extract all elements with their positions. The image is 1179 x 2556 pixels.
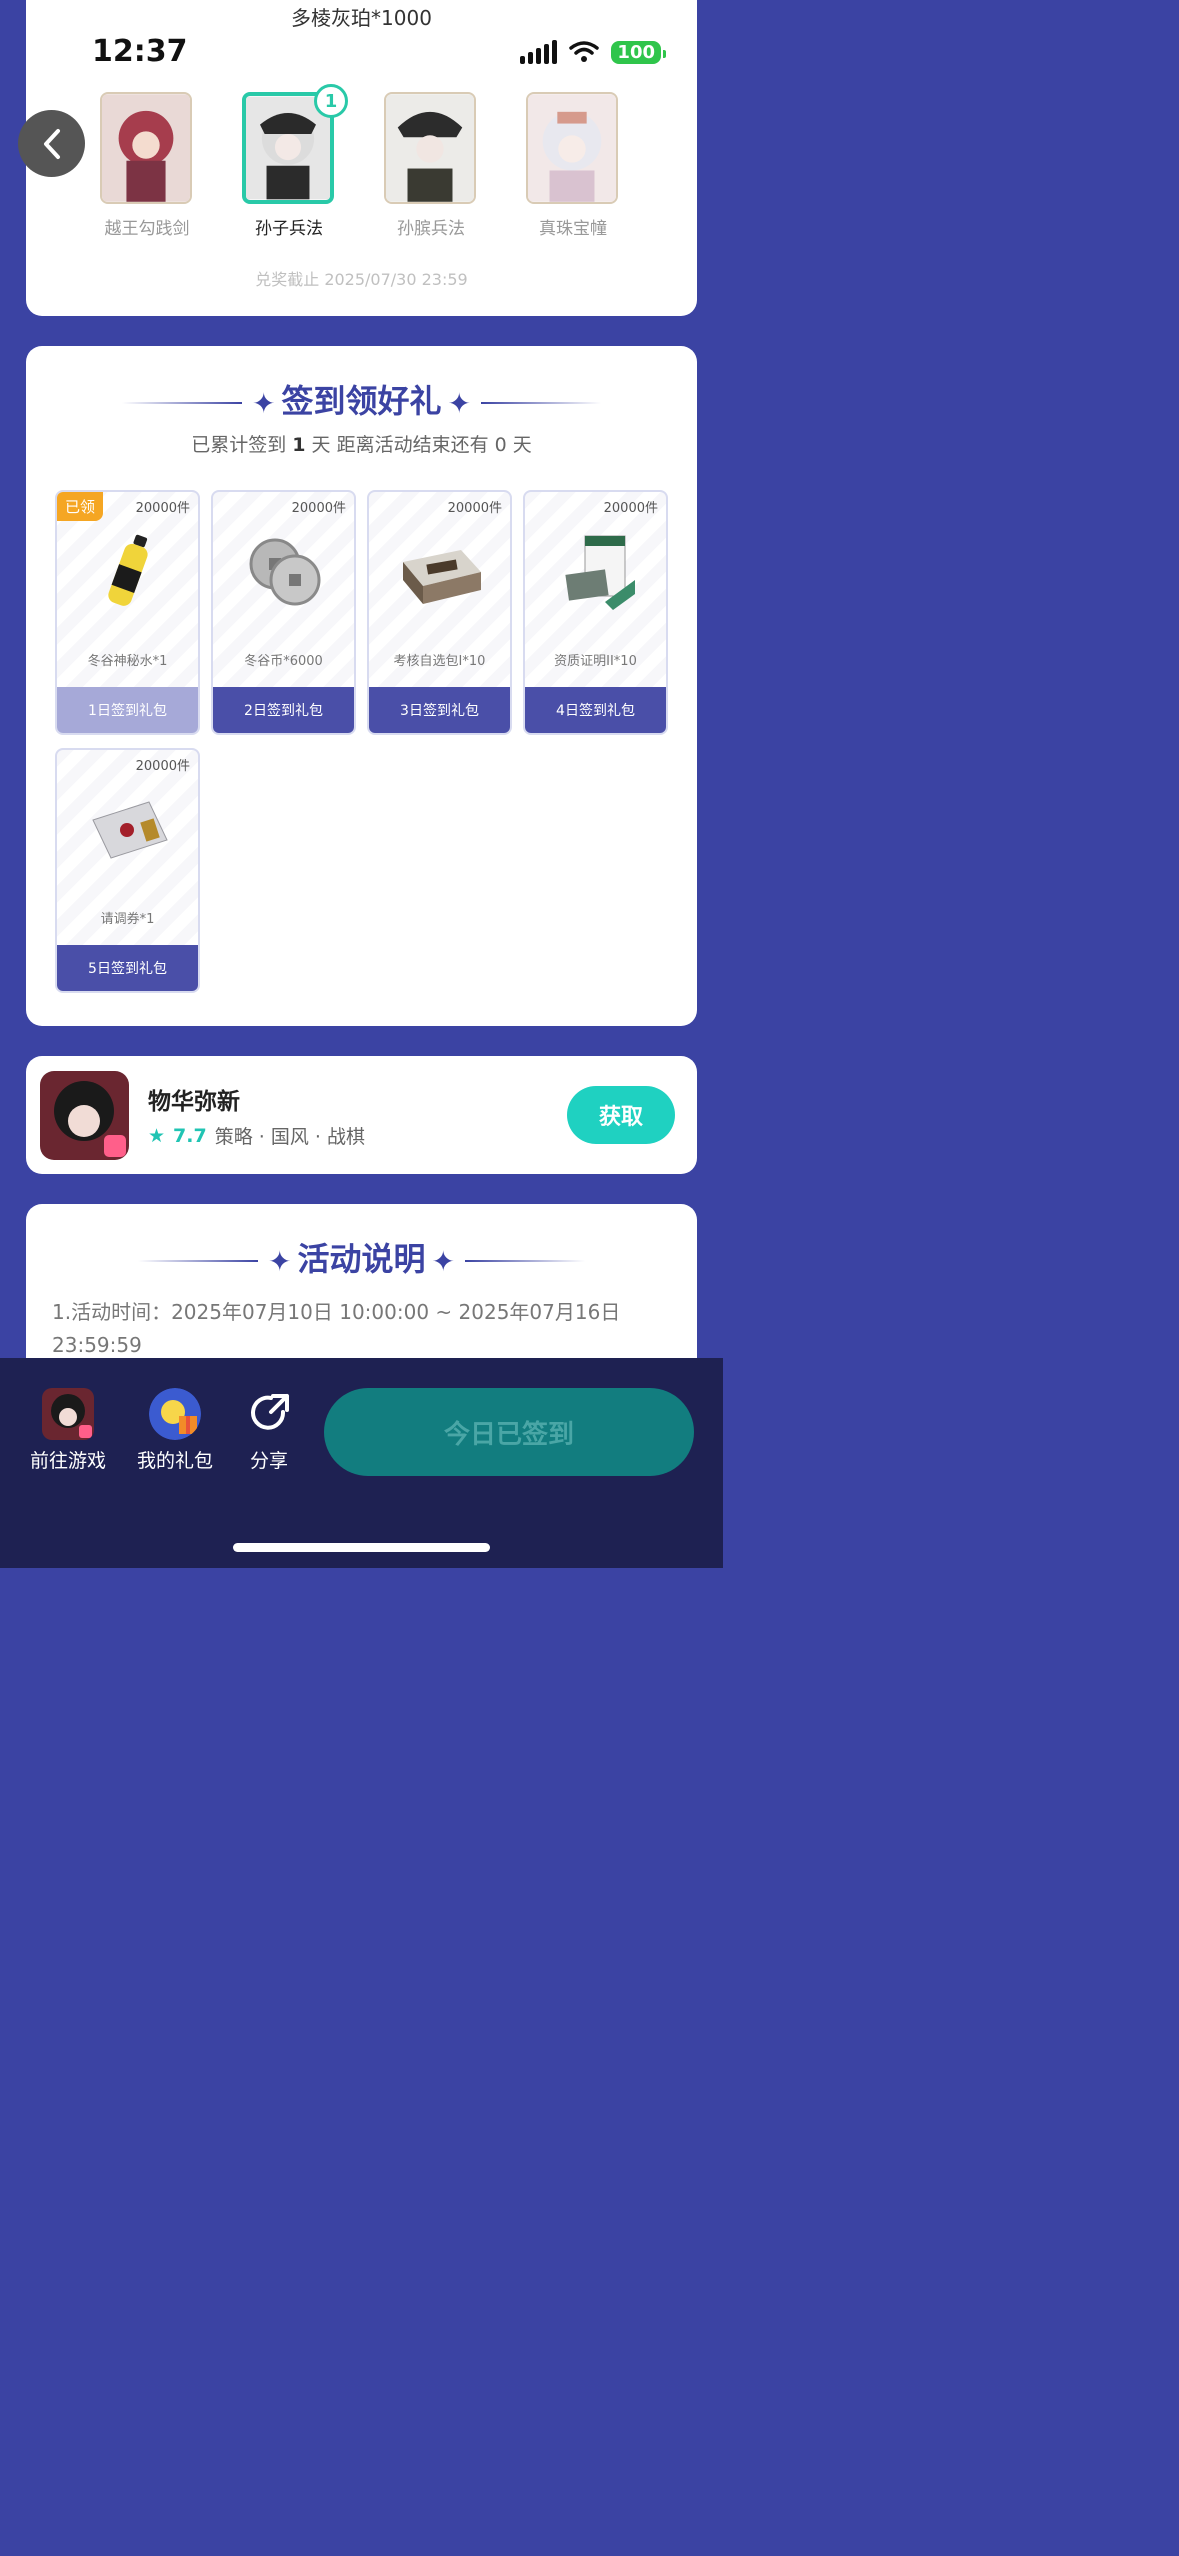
game-rating: 7.7 — [173, 1124, 207, 1147]
game-icon — [42, 1388, 94, 1440]
item-name: 考核自选包I*10 — [393, 654, 486, 669]
character-item[interactable]: 越王勾践剑 — [100, 92, 194, 239]
sparkle-icon: ✦ — [252, 386, 276, 420]
home-indicator[interactable] — [233, 1543, 490, 1552]
game-meta: ★ 7.7 策略 · 国风 · 战棋 — [148, 1122, 365, 1149]
go-game-button[interactable]: 前往游戏 — [30, 1388, 106, 1473]
get-game-button[interactable]: 获取 — [567, 1086, 675, 1144]
back-button[interactable] — [18, 110, 85, 177]
character-item-selected[interactable]: 1 孙子兵法 — [242, 84, 348, 239]
share-button[interactable]: 分享 — [243, 1388, 295, 1473]
divider — [480, 402, 601, 404]
count-badge: 1 — [314, 84, 348, 118]
sparkle-icon: ✦ — [431, 1244, 455, 1278]
character-name: 真珠宝幢 — [539, 219, 607, 239]
character-portrait — [100, 92, 192, 204]
star-icon: ★ — [148, 1124, 166, 1147]
character-portrait — [384, 92, 476, 204]
status-time: 12:37 — [92, 34, 188, 69]
signin-card: ✦ 签到领好礼 ✦ 已累计签到 1 天 距离活动结束还有 0 天 已领 20000件… — [26, 346, 697, 1026]
box-icon — [403, 550, 481, 604]
stock-count: 20000件 — [603, 501, 658, 516]
divider — [138, 1260, 259, 1262]
stock-count: 20000件 — [291, 501, 346, 516]
game-name: 物华弥新 — [148, 1089, 240, 1115]
signin-section-header: ✦ 签到领好礼 ✦ — [26, 376, 697, 422]
gift-grid: 已领 20000件 冬谷神秘水*1 1日签到礼包 20000件 冬谷币*6000… — [55, 490, 668, 993]
day-label: 4日签到礼包 — [525, 687, 666, 733]
remaining-days: 0 — [494, 434, 507, 456]
game-tags: 策略 · 国风 · 战棋 — [214, 1126, 365, 1148]
divider — [464, 1260, 585, 1262]
deadline-text: 兑奖截止 2025/07/30 23:59 — [255, 270, 468, 289]
stock-count: 20000件 — [135, 759, 190, 774]
sparkle-icon: ✦ — [447, 386, 471, 420]
claimed-badge: 已领 — [57, 492, 104, 521]
prize-card: 多棱灰珀*1000 12:37 100 越王勾践剑 1 孙子兵法 孙膑兵法 真珠… — [26, 0, 697, 316]
stock-count: 20000件 — [447, 501, 502, 516]
day-label: 3日签到礼包 — [369, 687, 510, 733]
character-item[interactable]: 真珠宝幢 — [526, 92, 620, 239]
reward-title: 多棱灰珀*1000 — [291, 6, 432, 30]
gift-icon — [149, 1388, 201, 1440]
character-name: 越王勾践剑 — [104, 219, 190, 239]
character-list: 越王勾践剑 1 孙子兵法 孙膑兵法 真珠宝幢 — [100, 84, 620, 239]
divider — [122, 402, 243, 404]
my-gifts-label: 我的礼包 — [137, 1450, 214, 1472]
character-portrait — [526, 92, 618, 204]
gift-card[interactable]: 20000件 请调券*1 5日签到礼包 — [55, 748, 200, 993]
wifi-icon — [569, 41, 600, 62]
bottle-icon — [108, 534, 148, 606]
status-icons: 100 — [520, 40, 666, 64]
signin-title: 签到领好礼 — [281, 382, 442, 420]
stock-count: 20000件 — [135, 501, 190, 516]
gift-card[interactable]: 20000件 资质证明II*10 4日签到礼包 — [523, 490, 668, 735]
go-game-label: 前往游戏 — [30, 1450, 107, 1472]
rules-section-header: ✦ 活动说明 ✦ — [26, 1234, 697, 1280]
battery-icon: 100 — [611, 40, 666, 64]
my-gifts-button[interactable]: 我的礼包 — [137, 1388, 213, 1473]
cellular-signal-icon — [520, 40, 558, 64]
day-label: 1日签到礼包 — [57, 687, 198, 733]
coins-icon — [249, 538, 321, 606]
gift-card[interactable]: 已领 20000件 冬谷神秘水*1 1日签到礼包 — [55, 490, 200, 735]
gift-card[interactable]: 20000件 考核自选包I*10 3日签到礼包 — [367, 490, 512, 735]
bottom-bar: 前往游戏 我的礼包 分享 今日已签到 — [0, 1358, 723, 1568]
certificate-icon — [565, 535, 635, 610]
character-item[interactable]: 孙膑兵法 — [384, 92, 478, 239]
chevron-left-icon — [43, 128, 60, 159]
character-name: 孙膑兵法 — [397, 219, 465, 239]
item-name: 冬谷神秘水*1 — [87, 654, 168, 669]
share-icon — [243, 1388, 295, 1440]
day-label: 2日签到礼包 — [213, 687, 354, 733]
item-name: 请调券*1 — [100, 912, 155, 927]
signed-today-button[interactable]: 今日已签到 — [324, 1388, 694, 1476]
day-label: 5日签到礼包 — [57, 945, 198, 991]
game-icon[interactable] — [40, 1071, 129, 1160]
signed-days: 1 — [292, 434, 306, 456]
item-name: 资质证明II*10 — [554, 654, 637, 669]
rules-title: 活动说明 — [297, 1240, 426, 1278]
item-name: 冬谷币*6000 — [244, 654, 323, 669]
envelope-icon — [92, 801, 168, 859]
game-card[interactable]: 物华弥新 ★ 7.7 策略 · 国风 · 战棋 获取 — [26, 1056, 697, 1174]
rules-line: 1.活动时间：2025年07月10日 10:00:00 ~ 2025年07月16… — [52, 1300, 621, 1357]
signin-summary: 已累计签到 1 天 距离活动结束还有 0 天 — [191, 434, 532, 456]
character-name: 孙子兵法 — [255, 219, 323, 239]
gift-card[interactable]: 20000件 冬谷币*6000 2日签到礼包 — [211, 490, 356, 735]
share-label: 分享 — [249, 1450, 288, 1472]
sparkle-icon: ✦ — [268, 1244, 292, 1278]
